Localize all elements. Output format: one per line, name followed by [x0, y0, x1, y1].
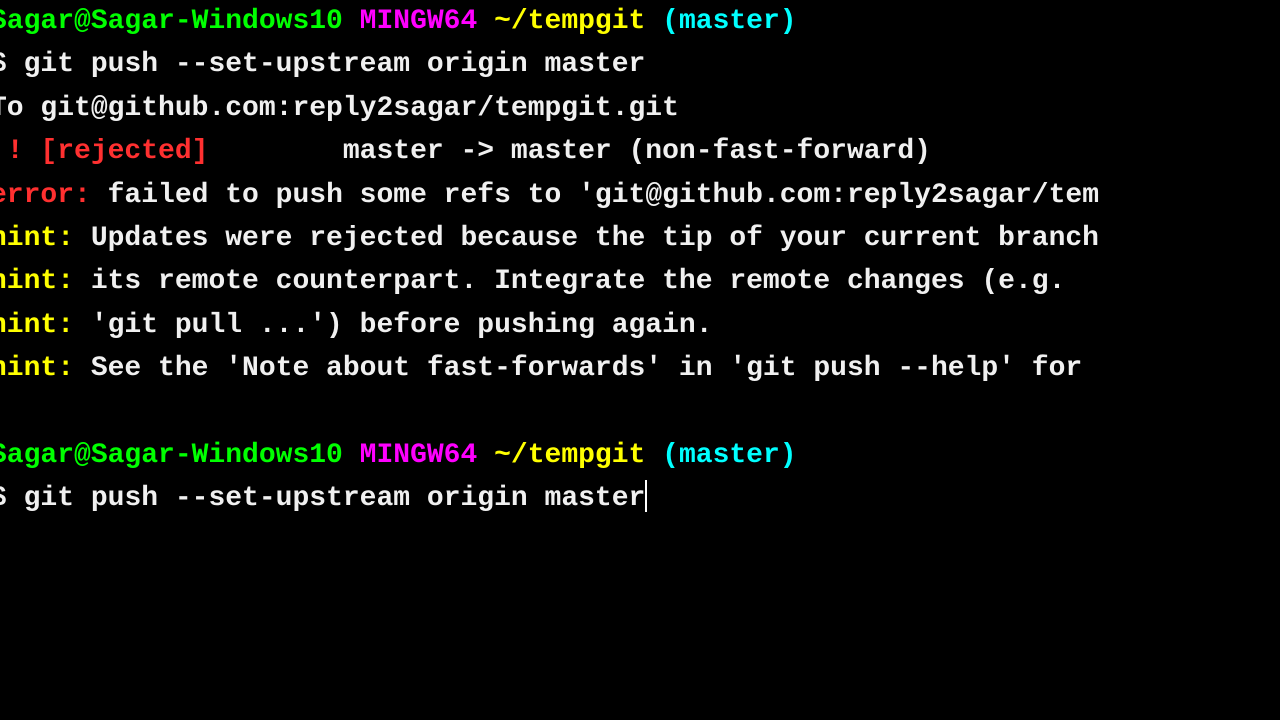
prompt-path: ~/tempgit — [477, 440, 645, 471]
prompt-symbol: $ — [0, 49, 7, 80]
hint-label: hint: — [0, 266, 74, 297]
prompt-line: Sagar@Sagar-Windows10 MINGW64 ~/tempgit … — [0, 434, 1280, 477]
terminal-window[interactable]: Sagar@Sagar-Windows10 MINGW64 ~/tempgit … — [0, 0, 1280, 521]
hint-label: hint: — [0, 223, 74, 254]
output-hint: hint: Updates were rejected because the … — [0, 217, 1280, 260]
blank-line — [0, 391, 1280, 434]
error-label: error: — [0, 180, 91, 211]
prompt-branch: (master) — [645, 440, 796, 471]
output-error: error: failed to push some refs to 'git@… — [0, 174, 1280, 217]
command-text: git push --set-upstream origin master — [24, 49, 646, 80]
prompt-branch: (master) — [645, 6, 796, 37]
prompt-symbol: $ — [0, 483, 7, 514]
output-hint: hint: See the 'Note about fast-forwards'… — [0, 347, 1280, 390]
prompt-line-partial: Sagar@Sagar-Windows10 MINGW64 ~/tempgit … — [0, 0, 1280, 43]
hint-label: hint: — [0, 353, 74, 384]
output-rejected: ! [rejected] master -> master (non-fast-… — [0, 130, 1280, 173]
hint-label: hint: — [0, 310, 74, 341]
output-hint: hint: 'git pull ...') before pushing aga… — [0, 304, 1280, 347]
rejected-text: ! [rejected] — [0, 136, 208, 167]
command-input-text[interactable]: git push --set-upstream origin master — [24, 483, 646, 514]
prompt-env: MINGW64 — [343, 6, 477, 37]
prompt-env: MINGW64 — [343, 440, 477, 471]
prompt-path: ~/tempgit — [477, 6, 645, 37]
command-line: $ git push --set-upstream origin master — [0, 43, 1280, 86]
prompt-userhost: Sagar@Sagar-Windows10 — [0, 6, 343, 37]
prompt-userhost: Sagar@Sagar-Windows10 — [0, 440, 343, 471]
command-input-line[interactable]: $ git push --set-upstream origin master — [0, 477, 1280, 520]
output-hint: hint: its remote counterpart. Integrate … — [0, 260, 1280, 303]
cursor-icon — [645, 480, 647, 512]
output-remote: To git@github.com:reply2sagar/tempgit.gi… — [0, 87, 1280, 130]
